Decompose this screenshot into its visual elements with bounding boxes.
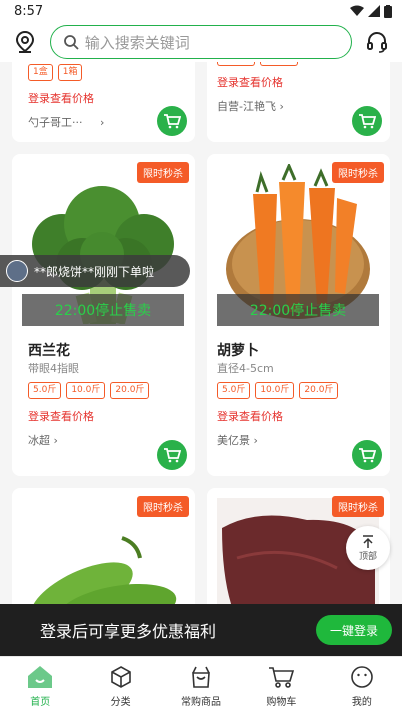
tab-label: 分类 <box>110 697 131 708</box>
add-to-cart-button[interactable] <box>352 106 382 136</box>
spec-tag[interactable]: 1盒 <box>28 64 53 81</box>
cart-icon <box>359 114 376 129</box>
login-price-link[interactable]: 登录查看价格 <box>28 90 94 106</box>
flash-sale-badge: 限时秒杀 <box>137 496 189 517</box>
add-to-cart-button[interactable] <box>352 440 382 470</box>
spec-tag[interactable] <box>217 62 255 66</box>
box-icon <box>110 666 131 688</box>
status-time: 8:57 <box>14 3 44 19</box>
avatar <box>6 260 28 282</box>
back-to-top-label: 顶部 <box>358 551 377 562</box>
cart-icon <box>164 114 181 129</box>
cart-icon <box>164 448 181 463</box>
spec-tag[interactable]: 10.0斤 <box>255 382 295 399</box>
product-card[interactable]: 登录查看价格 自营-江艳飞 › <box>207 62 390 142</box>
seller-link[interactable]: 美亿景 › <box>217 432 258 448</box>
product-card-carrot[interactable]: 限时秒杀 22:00停止售卖 胡萝卜 直径4-5cm 5.0斤 10.0斤 20… <box>207 154 390 476</box>
cart-icon <box>269 667 295 688</box>
login-banner: 登录后可享更多优惠福利 一键登录 <box>0 604 402 656</box>
flash-sale-badge: 限时秒杀 <box>137 162 189 183</box>
product-spec: 直径4-5cm <box>217 362 274 375</box>
chevron-right-icon: › <box>100 116 105 129</box>
product-card[interactable]: 1盒 1箱 登录查看价格 勺子哥工··· › <box>12 62 195 142</box>
product-card-broccoli[interactable]: 限时秒杀 22:00停止售卖 西兰花 带眼4指眼 5.0斤 10.0斤 20.0… <box>12 154 195 476</box>
seller-link[interactable]: 冰超 › <box>28 432 58 448</box>
one-click-login-button[interactable]: 一键登录 <box>315 615 392 645</box>
seller-name: 美亿景 <box>217 434 250 447</box>
login-banner-text: 登录后可享更多优惠福利 <box>40 622 217 641</box>
status-icons <box>350 4 392 18</box>
product-feed[interactable]: 1盒 1箱 登录查看价格 勺子哥工··· › 登录查看价格 自营-江艳飞 › 限… <box>0 62 402 604</box>
add-to-cart-button[interactable] <box>157 106 187 136</box>
tab-category[interactable]: 分类 <box>80 657 160 716</box>
spec-tag[interactable]: 5.0斤 <box>217 382 251 399</box>
spec-tags <box>217 62 298 66</box>
back-to-top-button[interactable]: 顶部 <box>346 526 390 570</box>
tab-label: 我的 <box>351 697 372 708</box>
seller-link[interactable]: 自营-江艳飞 › <box>217 98 284 114</box>
tab-label: 首页 <box>30 697 51 708</box>
battery-icon <box>384 4 392 18</box>
spec-tag[interactable] <box>260 62 298 66</box>
chevron-right-icon: › <box>279 100 284 113</box>
search-icon <box>63 35 79 50</box>
tab-frequent[interactable]: 常购商品 <box>161 657 241 716</box>
seller-name: 冰超 <box>28 434 50 447</box>
home-icon <box>28 666 53 688</box>
search-input[interactable]: 输入搜索关键词 <box>49 25 353 59</box>
smile-icon <box>351 666 373 688</box>
arrow-up-icon <box>363 534 373 548</box>
login-price-link[interactable]: 登录查看价格 <box>28 408 94 424</box>
spec-tag[interactable]: 5.0斤 <box>28 382 62 399</box>
tab-label: 常购商品 <box>181 697 222 708</box>
chevron-right-icon: › <box>53 434 58 447</box>
sale-end-overlay: 22:00停止售卖 <box>217 294 379 326</box>
spec-tag[interactable]: 20.0斤 <box>110 382 150 399</box>
spec-tag[interactable]: 1箱 <box>57 64 83 81</box>
toast-text: **郎烧饼**刚刚下单啦 <box>34 264 155 279</box>
sale-end-overlay: 22:00停止售卖 <box>22 294 184 326</box>
signal-icon <box>368 5 380 17</box>
location-icon[interactable] <box>12 29 38 55</box>
wifi-icon <box>350 5 364 16</box>
spec-tag[interactable]: 20.0斤 <box>299 382 339 399</box>
product-spec: 带眼4指眼 <box>28 362 79 375</box>
cart-icon <box>359 448 376 463</box>
product-name[interactable]: 胡萝卜 <box>217 340 259 360</box>
bottom-tab-bar: 首页 分类 常购商品 购物车 我的 <box>0 656 402 716</box>
order-toast: **郎烧饼**刚刚下单啦 <box>0 255 190 287</box>
headset-icon[interactable] <box>364 29 390 55</box>
spec-tags: 5.0斤 10.0斤 20.0斤 <box>217 382 339 399</box>
seller-name: 勺子哥工··· <box>28 116 83 129</box>
seller-link[interactable]: 勺子哥工··· › <box>28 114 104 130</box>
login-price-link[interactable]: 登录查看价格 <box>217 74 283 90</box>
flash-sale-badge: 限时秒杀 <box>332 162 384 183</box>
search-placeholder: 输入搜索关键词 <box>84 33 190 52</box>
spec-tag[interactable]: 10.0斤 <box>66 382 106 399</box>
seller-name: 自营-江艳飞 <box>217 100 276 113</box>
add-to-cart-button[interactable] <box>157 440 187 470</box>
tab-label: 购物车 <box>266 697 297 708</box>
header: 输入搜索关键词 <box>0 22 402 62</box>
login-price-link[interactable]: 登录查看价格 <box>217 408 283 424</box>
spec-tags: 5.0斤 10.0斤 20.0斤 <box>28 382 150 399</box>
flash-sale-badge: 限时秒杀 <box>332 496 384 517</box>
tab-cart[interactable]: 购物车 <box>241 657 321 716</box>
product-name[interactable]: 西兰花 <box>28 340 70 360</box>
status-bar: 8:57 <box>0 0 402 22</box>
chevron-right-icon: › <box>253 434 258 447</box>
tab-profile[interactable]: 我的 <box>322 657 402 716</box>
tab-home[interactable]: 首页 <box>0 657 80 716</box>
bag-icon <box>192 666 210 688</box>
product-card[interactable]: 限时秒杀 <box>12 488 195 604</box>
spec-tags: 1盒 1箱 <box>28 64 83 81</box>
